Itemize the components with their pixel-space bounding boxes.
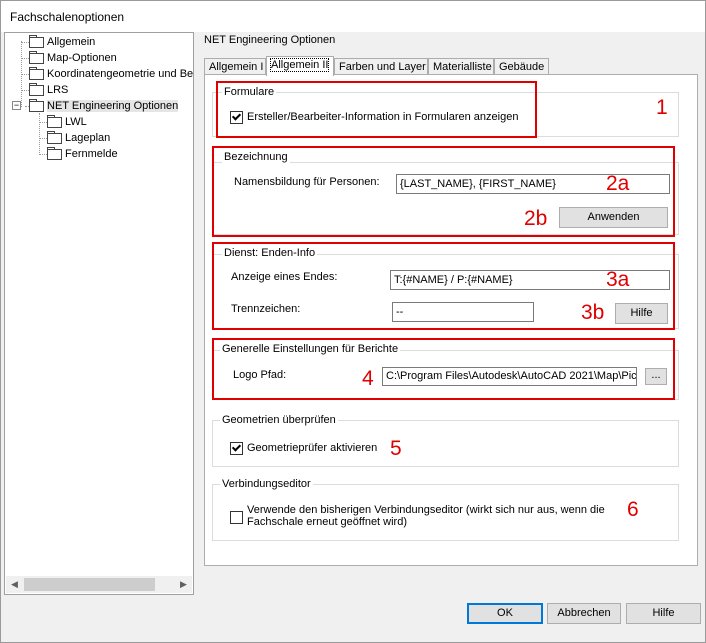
annotation-1: 1 (656, 96, 668, 119)
scroll-thumb[interactable] (24, 578, 155, 591)
tree-item-net-engineering[interactable]: NET Engineering Optionen (29, 99, 179, 115)
geometrie-checkbox-label: Geometrieprüfer aktivieren (247, 442, 378, 454)
tree-item-lwl[interactable]: LWL (47, 115, 87, 131)
cancel-button[interactable]: Abbrechen (547, 603, 621, 624)
annotation-6: 6 (627, 498, 639, 521)
verbindung-checkbox-label-line2: Fachschale erneut geöffnet wird) (247, 516, 407, 528)
folder-icon (29, 83, 44, 96)
highlight-box-1 (216, 81, 537, 138)
folder-icon (29, 35, 44, 48)
verbindung-checkbox[interactable] (230, 511, 243, 524)
folder-icon (47, 131, 62, 144)
help-button[interactable]: Hilfe (626, 603, 701, 624)
highlight-box-4 (212, 338, 675, 400)
tab-gebaeude[interactable]: Gebäude (494, 58, 549, 75)
highlight-box-2 (212, 146, 675, 237)
tab-materialliste[interactable]: Materialliste (428, 58, 494, 75)
tree-item-fernmelde[interactable]: Fernmelde (47, 147, 118, 163)
tree-item-allgemein[interactable]: Allgemein (29, 35, 95, 51)
tree-horizontal-scrollbar[interactable]: ◀ ▶ (6, 576, 192, 593)
options-dialog: Fachschalenoptionen Allgemein Map-Option… (0, 0, 706, 643)
panel-title: NET Engineering Optionen (204, 34, 336, 46)
tree-item-lrs[interactable]: LRS (29, 83, 68, 99)
ok-button[interactable]: OK (467, 603, 543, 624)
tab-allgemein-1[interactable]: Allgemein I (204, 58, 266, 75)
folder-icon (29, 51, 44, 64)
folder-icon (29, 67, 44, 80)
title-bar: Fachschalenoptionen (1, 1, 705, 32)
tree-item-koordinatengeometrie[interactable]: Koordinatengeometrie und Berr (29, 67, 193, 83)
tree-item-map-optionen[interactable]: Map-Optionen (29, 51, 117, 67)
window-title: Fachschalenoptionen (10, 10, 125, 24)
tree-line (39, 113, 40, 155)
group-label-geometrie: Geometrien überprüfen (220, 414, 338, 426)
collapse-toggle-icon[interactable]: − (12, 101, 21, 110)
tree-item-lageplan[interactable]: Lageplan (47, 131, 110, 147)
annotation-5: 5 (390, 437, 402, 460)
geometrie-checkbox[interactable] (230, 442, 243, 455)
group-label-verbindung: Verbindungseditor (220, 478, 313, 490)
scroll-left-icon[interactable]: ◀ (6, 576, 23, 593)
folder-icon (47, 115, 62, 128)
folder-icon (29, 99, 44, 112)
highlight-box-3 (212, 242, 675, 330)
checkmark-icon (231, 442, 242, 452)
scroll-right-icon[interactable]: ▶ (175, 576, 192, 593)
options-tree[interactable]: Allgemein Map-Optionen Koordinatengeomet… (4, 32, 194, 595)
folder-icon (47, 147, 62, 160)
tab-allgemein-2[interactable]: Allgemein II (266, 56, 334, 76)
tab-farben-und-layer[interactable]: Farben und Layer (334, 58, 428, 75)
verbindung-checkbox-label-line1: Verwende den bisherigen Verbindungsedito… (247, 504, 605, 516)
